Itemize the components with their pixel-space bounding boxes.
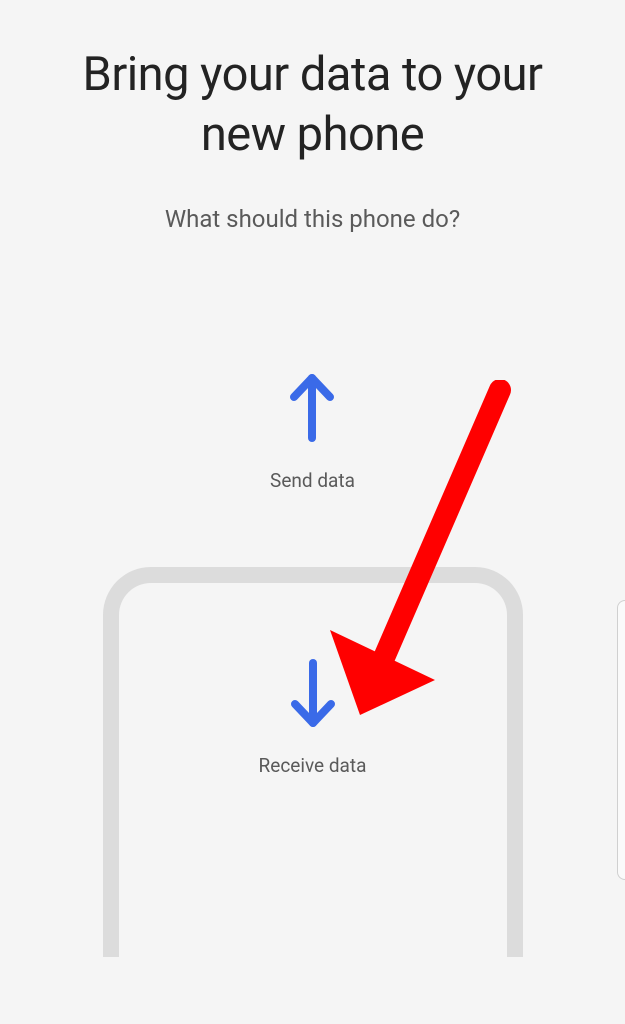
right-edge-element xyxy=(617,600,625,880)
page-subtitle: What should this phone do? xyxy=(40,205,585,233)
page-title: Bring your data to your new phone xyxy=(40,45,585,165)
send-data-option[interactable]: Send data xyxy=(270,373,355,492)
phone-frame: Receive data xyxy=(103,567,523,957)
options-container: Send data Receive data xyxy=(40,373,585,957)
send-data-label: Send data xyxy=(270,469,355,492)
main-screen: Bring your data to your new phone What s… xyxy=(0,0,625,1024)
arrow-down-icon xyxy=(287,658,339,732)
arrow-up-icon xyxy=(286,373,338,447)
receive-data-option[interactable]: Receive data xyxy=(103,567,523,957)
receive-data-label: Receive data xyxy=(259,754,367,777)
